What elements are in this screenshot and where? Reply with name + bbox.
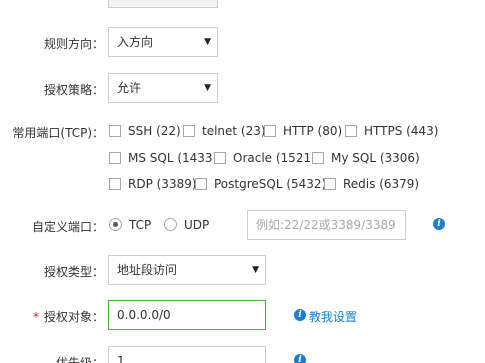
- direction-label: 规则方向：: [43, 37, 104, 51]
- radio-unselected[interactable]: [164, 218, 177, 231]
- port-option-label: Oracle (1521): [233, 151, 316, 165]
- custom-port-input[interactable]: 例如:22/22或3389/3389: [247, 210, 406, 240]
- policy-value: 允许: [117, 81, 142, 95]
- auth-type-value: 地址段访问: [117, 263, 178, 277]
- port-option-label: SSH (22): [128, 124, 181, 138]
- checkbox-box[interactable]: [312, 152, 324, 164]
- port-checkbox-ssh[interactable]: SSH (22): [109, 124, 181, 138]
- protocol-label: UDP: [184, 218, 210, 232]
- port-checkbox-redis[interactable]: Redis (6379): [324, 177, 419, 191]
- port-checkbox-oracle[interactable]: Oracle (1521): [214, 151, 316, 165]
- port-checkbox-mysql[interactable]: My SQL (3306): [312, 151, 420, 165]
- required-mark: *: [32, 310, 39, 324]
- checkbox-box[interactable]: [264, 125, 276, 137]
- auth-type-label: 授权类型：: [43, 265, 104, 279]
- checkbox-box[interactable]: [324, 178, 336, 190]
- port-option-label: RDP (3389): [128, 177, 197, 191]
- auth-target-label: * 授权对象：: [33, 308, 104, 325]
- auth-type-select[interactable]: 地址段访问 ▼: [108, 255, 266, 285]
- chevron-down-icon: ▼: [204, 37, 211, 47]
- priority-input[interactable]: 1: [108, 346, 266, 363]
- port-option-label: HTTPS (443): [364, 124, 439, 138]
- checkbox-box[interactable]: [195, 178, 207, 190]
- protocol-radio-tcp[interactable]: TCP: [109, 218, 151, 232]
- checkbox-box[interactable]: [183, 125, 195, 137]
- port-checkbox-rdp[interactable]: RDP (3389): [109, 177, 197, 191]
- info-icon[interactable]: i: [433, 218, 445, 230]
- protocol-label: TCP: [129, 218, 152, 232]
- help-link[interactable]: 教我设置: [309, 308, 357, 325]
- port-option-label: My SQL (3306): [331, 151, 420, 165]
- port-option-label: HTTP (80): [283, 124, 343, 138]
- checkbox-box[interactable]: [109, 152, 121, 164]
- info-icon[interactable]: i: [294, 309, 306, 321]
- port-checkbox-postgresql[interactable]: PostgreSQL (5432): [195, 177, 326, 191]
- auth-target-label-text: 授权对象：: [43, 310, 104, 324]
- chevron-down-icon: ▼: [252, 265, 259, 275]
- custom-port-label: 自定义端口：: [31, 220, 104, 234]
- checkbox-box[interactable]: [109, 178, 121, 190]
- auth-target-input[interactable]: 0.0.0.0/0: [108, 300, 266, 330]
- direction-select[interactable]: 入方向 ▼: [108, 27, 218, 57]
- port-checkbox-telnet[interactable]: telnet (23): [183, 124, 266, 138]
- checkbox-box[interactable]: [345, 125, 357, 137]
- info-icon[interactable]: i: [294, 354, 306, 363]
- port-option-label: PostgreSQL (5432): [214, 177, 327, 191]
- priority-label: 优先级：: [55, 356, 104, 363]
- port-option-label: Redis (6379): [343, 177, 420, 191]
- checkbox-box[interactable]: [214, 152, 226, 164]
- direction-value: 入方向: [117, 35, 154, 49]
- policy-label: 授权策略：: [43, 83, 104, 97]
- top-partial-field[interactable]: [108, 0, 218, 8]
- port-option-label: MS SQL (1433): [128, 151, 218, 165]
- protocol-radio-udp[interactable]: UDP: [164, 218, 209, 232]
- port-checkbox-https[interactable]: HTTPS (443): [345, 124, 438, 138]
- port-checkbox-mssql[interactable]: MS SQL (1433): [109, 151, 217, 165]
- port-option-label: telnet (23): [202, 124, 266, 138]
- ports-label: 常用端口(TCP)：: [12, 126, 104, 140]
- radio-selected[interactable]: [109, 218, 122, 231]
- policy-select[interactable]: 允许 ▼: [108, 73, 218, 103]
- port-checkbox-http[interactable]: HTTP (80): [264, 124, 342, 138]
- checkbox-box[interactable]: [109, 125, 121, 137]
- chevron-down-icon: ▼: [204, 83, 211, 93]
